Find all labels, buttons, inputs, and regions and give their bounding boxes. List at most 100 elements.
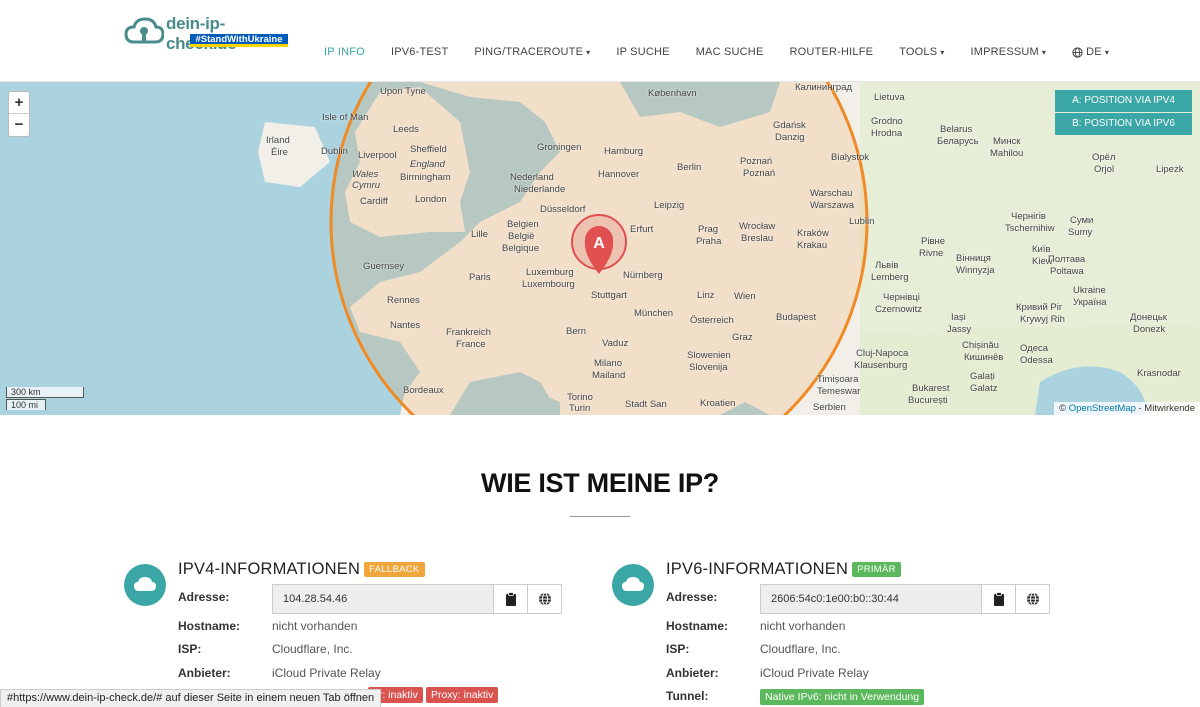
map-label: Cymru (352, 180, 380, 191)
isp-label: ISP: (178, 642, 202, 656)
map-label: Czernowitz (875, 304, 922, 315)
nav-router-hilfe[interactable]: ROUTER-HILFE (790, 46, 874, 58)
ipv6-lookup-button[interactable] (1015, 585, 1049, 613)
map-label: Bordeaux (403, 385, 444, 396)
map-label: Hannover (598, 169, 640, 180)
map-label: Nantes (390, 320, 421, 331)
position-ipv6-button[interactable]: B: POSITION VIA IPV6 (1055, 113, 1192, 135)
proxy-status-badge: Proxy: inaktiv (425, 687, 499, 703)
map-label: Полтава (1048, 254, 1086, 265)
hostname-value: nicht vorhanden (272, 619, 358, 633)
map-label: Донецьк (1130, 312, 1167, 323)
map-label: Irland (266, 135, 290, 146)
provider-value: iCloud Private Relay (272, 666, 381, 680)
title-divider (570, 516, 630, 517)
ipv6-address-box: 2606:54c0:1e00:b0::30:44 (760, 584, 1050, 614)
map-label: Lille (471, 229, 488, 240)
ipv4-cloud-badge (124, 564, 166, 606)
attribution-suffix: - Mitwirkende (1138, 403, 1196, 414)
clipboard-icon (993, 592, 1004, 606)
map-label: Bern (566, 326, 587, 337)
map-label: Kraków (797, 228, 829, 239)
nav-ping-traceroute[interactable]: PING/TRACEROUTE ▾ (474, 46, 590, 58)
map-label: Grodno (871, 116, 903, 127)
map-label: Serbien (813, 402, 846, 413)
map-label: Turin (569, 403, 591, 414)
map-label: Gdańsk (773, 120, 806, 131)
position-ipv4-button[interactable]: A: POSITION VIA IPV4 (1055, 90, 1192, 112)
globe-icon (1072, 46, 1083, 58)
scale-km: 300 km (6, 387, 84, 398)
nav-ip-info[interactable]: IP INFO (324, 46, 365, 58)
map-label: Milano (594, 358, 622, 369)
map-label: Kroatien (700, 398, 736, 409)
top-navbar: dein-ip-check.de #StandWithUkraine IP IN… (0, 0, 1200, 82)
map-label: Кривий Ріг (1016, 302, 1063, 313)
map-label: Sheffield (410, 144, 447, 155)
copy-ipv4-button[interactable] (493, 585, 527, 613)
nav-label: ROUTER-HILFE (789, 46, 874, 58)
map-label: Frankreich (446, 327, 491, 338)
ipv6-address-value[interactable]: 2606:54c0:1e00:b0::30:44 (761, 585, 981, 613)
chevron-down-icon: ▾ (940, 47, 945, 57)
map-label: Львів (875, 260, 899, 271)
provider-value: iCloud Private Relay (760, 666, 869, 680)
isp-value: Cloudflare, Inc. (760, 642, 841, 656)
map-label: München (634, 308, 674, 319)
fallback-badge: FALLBACK (364, 562, 425, 578)
map-label: Jassy (947, 324, 972, 335)
map-label: Вінниця (956, 253, 991, 264)
map-label: Rennes (387, 295, 420, 306)
copy-ipv6-button[interactable] (981, 585, 1015, 613)
map-label: Groningen (537, 142, 582, 153)
map-label: Prag (698, 224, 719, 235)
scale-mi: 100 mi (6, 399, 46, 410)
map-label: Orjol (1094, 164, 1115, 175)
cloud-logo-icon (124, 17, 164, 44)
map-label: Erfurt (630, 224, 654, 235)
map-label: Суми (1070, 215, 1094, 226)
map-label: Belarus (940, 124, 973, 135)
ipv4-lookup-button[interactable] (527, 585, 561, 613)
map-label: Mailand (592, 370, 626, 381)
map-attribution: © OpenStreetMap - Mitwirkende (1054, 402, 1200, 415)
map-label: Klausenburg (854, 360, 908, 371)
ipv4-address-value[interactable]: 104.28.54.46 (273, 585, 493, 613)
zoom-out-button[interactable]: − (9, 114, 29, 136)
zoom-in-button[interactable]: + (9, 92, 29, 114)
ipv6-title: IPV6-INFORMATIONEN PRIMÄR (666, 560, 901, 579)
map-label: Poznań (740, 156, 773, 167)
map-label: Praha (696, 236, 722, 247)
map-label: Odessa (1020, 355, 1053, 366)
location-map[interactable]: A Upon Tyne København Калининград Lietuv… (0, 82, 1200, 415)
map-label: Slowenien (687, 350, 731, 361)
nav-mac-suche[interactable]: MAC SUCHE (696, 46, 764, 58)
nav-language[interactable]: DE ▾ (1072, 46, 1109, 58)
map-label: Dublin (321, 146, 348, 157)
map-label: Linz (697, 290, 715, 301)
map-label: Chișinău (962, 340, 999, 351)
osm-link[interactable]: OpenStreetMap (1069, 403, 1136, 414)
nav-ipv6-test[interactable]: IPV6-TEST (391, 46, 448, 58)
map-label: Luxemburg (526, 267, 574, 278)
map-label: Düsseldorf (540, 204, 586, 215)
attribution-prefix: © (1059, 403, 1067, 414)
nav-tools[interactable]: TOOLS ▾ (899, 46, 944, 58)
map-label: Leeds (393, 124, 419, 135)
map-label: Krakau (797, 240, 828, 251)
browser-status-bar: #https://www.dein-ip-check.de/# auf dies… (0, 689, 382, 707)
map-label: Graz (732, 332, 753, 343)
nav-ip-suche[interactable]: IP SUCHE (616, 46, 669, 58)
map-label: Lipezk (1156, 164, 1184, 175)
nav-impressum[interactable]: IMPRESSUM ▾ (971, 46, 1047, 58)
logo[interactable]: dein-ip-check.de #StandWithUkraine (124, 14, 294, 53)
nav-label: IP INFO (324, 46, 365, 58)
map-label: Wrocław (739, 221, 776, 232)
chevron-down-icon: ▾ (586, 47, 591, 57)
map-label: Bukarest (912, 383, 950, 394)
language-label: DE (1086, 46, 1102, 58)
map-label: Кишинёв (964, 352, 1004, 363)
hostname-value: nicht vorhanden (760, 619, 846, 633)
map-label: Leipzig (654, 200, 685, 211)
map-label: Liverpool (358, 150, 397, 161)
